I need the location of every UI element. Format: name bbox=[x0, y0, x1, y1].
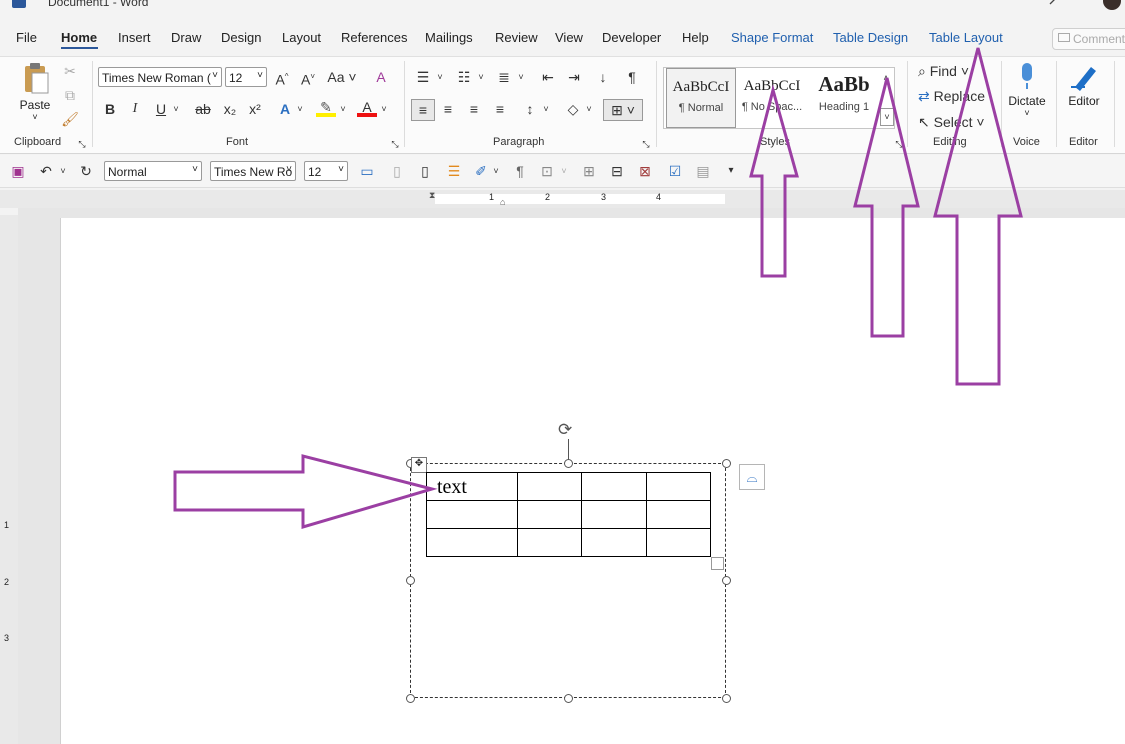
annotation-arrow-right bbox=[173, 454, 438, 530]
annotation-arrow-up bbox=[853, 77, 920, 338]
annotation-arrow-up bbox=[933, 47, 1023, 386]
annotation-arrow-up bbox=[749, 84, 799, 278]
annotation-overlay bbox=[173, 47, 1023, 530]
